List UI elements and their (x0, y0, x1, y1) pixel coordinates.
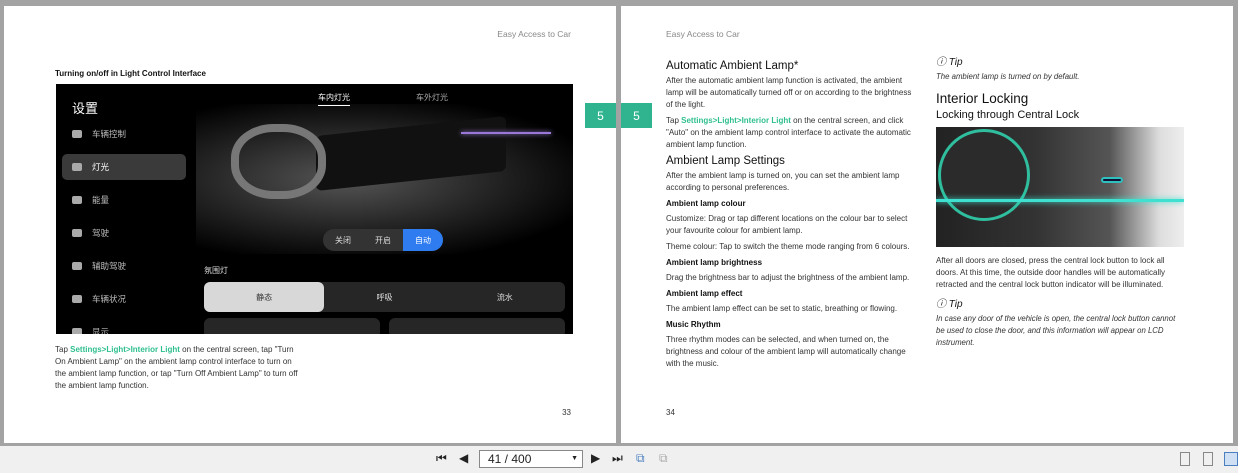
mode-on: 开启 (375, 235, 391, 245)
left-page: Easy Access to Car Turning on/off in Lig… (4, 6, 616, 443)
viewer-toolbar: ⏮ ◀ 41 / 400 ▼ ▶ ⏭ ⧉ ⧉ (0, 446, 1238, 473)
nav-item: 车辆状况 (62, 286, 186, 312)
page-field-value: 41 / 400 (488, 452, 532, 466)
assist-icon (72, 262, 82, 270)
settings-title: 设置 (72, 101, 99, 116)
nav-item: 车辆控制 (62, 121, 186, 147)
left-column: Automatic Ambient Lamp* After the automa… (666, 56, 914, 374)
tip-text: The ambient lamp is turned on by default… (936, 72, 1080, 81)
single-page-view-icon[interactable] (1180, 452, 1190, 466)
battery-icon (72, 196, 82, 204)
paragraph: Tap Settings>Light>Interior Light on the… (666, 115, 914, 151)
page-number: 33 (562, 408, 571, 417)
central-lock-image (936, 127, 1184, 247)
tip-title: Tip (948, 57, 963, 68)
running-header: Easy Access to Car (497, 29, 571, 39)
light-control-screenshot: 设置 车辆控制 灯光 能量 驾驶 辅助驾驶 车辆状况 显示 车内灯光 车外灯光 … (56, 84, 573, 334)
nav-label: 灯光 (92, 162, 110, 172)
mode-auto: 自动 (403, 229, 443, 251)
tip-heading: ⓘ Tip (936, 57, 1186, 69)
paragraph: After the automatic ambient lamp functio… (666, 76, 912, 109)
subheading: Ambient lamp brightness (666, 258, 763, 267)
dropdown-icon[interactable]: ▼ (571, 451, 578, 467)
nav-item: 驾驶 (62, 220, 186, 246)
heading-central-lock: Locking through Central Lock (936, 109, 1080, 121)
nav-item: 显示 (62, 319, 186, 334)
tab-interior: 车内灯光 (318, 92, 350, 106)
paragraph: Customize: Drag or tap different locatio… (666, 214, 908, 235)
nav-label: 显示 (92, 327, 110, 334)
paragraph: After the ambient lamp is turned on, you… (666, 171, 900, 192)
text: Tap (666, 116, 682, 125)
last-page-icon[interactable]: ⏭ (612, 451, 623, 466)
tip-text: In case any door of the vehicle is open,… (936, 314, 1176, 347)
chapter-tab: 5 (585, 103, 616, 128)
nav-item: 辅助驾驶 (62, 253, 186, 279)
chapter-tab: 5 (621, 103, 652, 128)
info-icon: ⓘ (936, 57, 949, 68)
paragraph: Drag the brightness bar to adjust the br… (666, 273, 910, 282)
effect-segment: 静态 呼吸 流水 (204, 282, 565, 312)
nav-label: 辅助驾驶 (92, 261, 127, 271)
heading-locking: Interior Locking (936, 91, 1029, 106)
right-column: ⓘ Tip The ambient lamp is turned on by d… (936, 57, 1186, 349)
running-header: Easy Access to Car (666, 29, 740, 39)
effect-static: 静态 (204, 282, 325, 312)
tab-exterior: 车外灯光 (416, 93, 448, 102)
heading-settings: Ambient Lamp Settings (666, 155, 785, 167)
nav-label: 车辆状况 (92, 294, 127, 304)
right-page: 5 Easy Access to Car Automatic Ambient L… (621, 6, 1233, 443)
nav-label: 驾驶 (92, 228, 110, 238)
text: Tap (55, 345, 71, 354)
figure-caption: Turning on/off in Light Control Interfac… (55, 69, 206, 78)
paste-icon[interactable]: ⧉ (659, 451, 668, 466)
nav-item: 能量 (62, 187, 186, 213)
settings-path-link: Settings>Light>Interior Light (70, 345, 180, 354)
light-icon (72, 163, 82, 171)
brightness-panel (204, 318, 380, 334)
nav-label: 车辆控制 (92, 129, 127, 139)
subheading: Music Rhythm (666, 320, 721, 329)
tip-title: Tip (948, 299, 963, 310)
settings-path-link: Settings>Light>Interior Light (681, 116, 791, 125)
mode-off: 关闭 (335, 235, 351, 245)
car-icon (72, 229, 82, 237)
heading-auto-lamp: Automatic Ambient Lamp* (666, 60, 799, 72)
page-number: 34 (666, 408, 675, 417)
display-icon (72, 328, 82, 334)
paragraph: Three rhythm modes can be selected, and … (666, 335, 906, 368)
next-page-icon[interactable]: ▶ (591, 451, 600, 465)
paragraph: The ambient lamp effect can be set to st… (666, 304, 898, 313)
mode-segment: 关闭 开启 自动 (323, 229, 443, 251)
status-icon (72, 295, 82, 303)
vehicle-control-icon (72, 130, 82, 138)
effect-flowing: 流水 (496, 292, 513, 302)
continuous-view-icon[interactable] (1203, 452, 1213, 466)
two-page-view-icon[interactable] (1224, 452, 1238, 466)
tip-heading: ⓘ Tip (936, 299, 1186, 311)
settings-nav: 设置 车辆控制 灯光 能量 驾驶 辅助驾驶 车辆状况 显示 (56, 84, 196, 334)
copy-icon[interactable]: ⧉ (636, 451, 645, 466)
instruction-paragraph: Tap Settings>Light>Interior Light on the… (55, 344, 305, 392)
nav-label: 能量 (92, 195, 110, 205)
subheading: Ambient lamp effect (666, 289, 743, 298)
page-number-field[interactable]: 41 / 400 ▼ (479, 450, 583, 468)
nav-item-selected: 灯光 (62, 154, 186, 180)
first-page-icon[interactable]: ⏮ (436, 451, 447, 466)
subheading: Ambient lamp colour (666, 199, 746, 208)
effect-breathing: 呼吸 (376, 292, 393, 302)
info-icon: ⓘ (936, 299, 949, 310)
ambient-label: 氛围灯 (204, 266, 228, 275)
paragraph: After all doors are closed, press the ce… (936, 256, 1166, 289)
previous-page-icon[interactable]: ◀ (459, 451, 468, 465)
colour-panel (389, 318, 565, 334)
paragraph: Theme colour: Tap to switch the theme mo… (666, 242, 910, 251)
